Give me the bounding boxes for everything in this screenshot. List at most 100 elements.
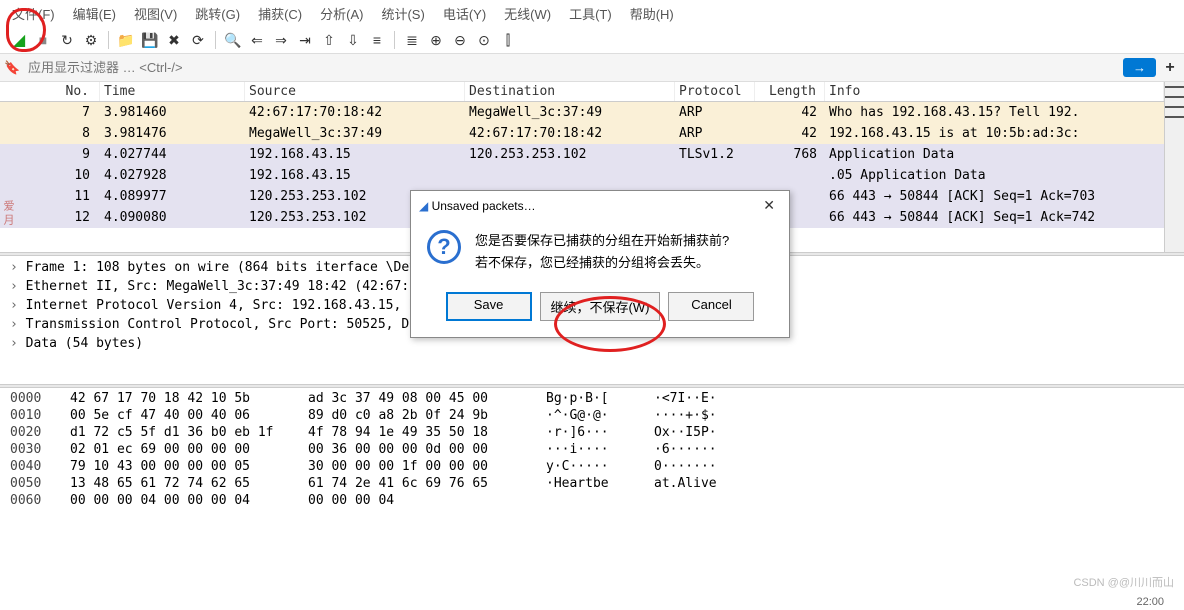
cell-info: .05 Application Data	[825, 166, 1164, 185]
options-icon[interactable]: ⚙	[80, 29, 102, 51]
reload-icon[interactable]: ⟳	[187, 29, 209, 51]
cell-src: 42:67:17:70:18:42	[245, 103, 465, 122]
go-back-icon[interactable]: ⇐	[246, 29, 268, 51]
menu-item[interactable]: 视图(V)	[134, 4, 177, 23]
cell-info: Who has 192.168.43.15? Tell 192.	[825, 103, 1164, 122]
colorize-icon[interactable]: ≣	[401, 29, 423, 51]
cell-time: 4.089977	[100, 187, 245, 206]
main-toolbar: ◢■↻⚙ 📁💾✖⟳ 🔍⇐⇒⇥⇧⇩≡ ≣⊕⊖⊙⫿	[0, 27, 1184, 54]
packet-row[interactable]: 73.98146042:67:17:70:18:42MegaWell_3c:37…	[0, 102, 1164, 123]
menu-item[interactable]: 工具(T)	[569, 4, 612, 23]
hex-line[interactable]: 005013 48 65 61 72 74 62 6561 74 2e 41 6…	[10, 475, 1174, 492]
menu-item[interactable]: 无线(W)	[504, 4, 551, 23]
apply-filter-button[interactable]: →	[1123, 58, 1156, 77]
col-len[interactable]: Length	[755, 82, 825, 101]
packet-row[interactable]: 83.981476MegaWell_3c:37:4942:67:17:70:18…	[0, 123, 1164, 144]
cell-src: 192.168.43.15	[245, 166, 465, 185]
col-dst[interactable]: Destination	[465, 82, 675, 101]
go-forward-icon[interactable]: ⇒	[270, 29, 292, 51]
col-src[interactable]: Source	[245, 82, 465, 101]
cell-dst	[465, 166, 675, 185]
dialog-close-button[interactable]: ✕	[757, 197, 781, 214]
hex-line[interactable]: 003002 01 ec 69 00 00 00 0000 36 00 00 0…	[10, 441, 1174, 458]
menu-item[interactable]: 跳转(G)	[195, 4, 240, 23]
auto-scroll-icon[interactable]: ≡	[366, 29, 388, 51]
zoom-in-icon[interactable]: ⊕	[425, 29, 447, 51]
side-label: 爱 月	[0, 200, 16, 225]
cell-info: 66 443 → 50844 [ACK] Seq=1 Ack=703	[825, 187, 1164, 206]
find-icon[interactable]: 🔍	[222, 29, 244, 51]
cell-proto: ARP	[675, 103, 755, 122]
menu-item[interactable]: 文件(F)	[12, 4, 55, 23]
question-icon: ?	[427, 230, 461, 264]
zoom-reset-icon[interactable]: ⊙	[473, 29, 495, 51]
menu-item[interactable]: 电话(Y)	[443, 4, 486, 23]
cell-proto: TLSv1.2	[675, 145, 755, 164]
status-time: 22:00	[1116, 594, 1184, 610]
stop-icon[interactable]: ■	[32, 29, 54, 51]
go-first-icon[interactable]: ⇧	[318, 29, 340, 51]
packet-list-header: No. Time Source Destination Protocol Len…	[0, 82, 1164, 102]
bookmark-icon[interactable]: 🔖	[4, 60, 24, 76]
close-file-icon[interactable]: ✖	[163, 29, 185, 51]
col-no[interactable]: No.	[0, 82, 100, 101]
cell-len	[755, 166, 825, 185]
cell-len: 42	[755, 124, 825, 143]
menu-item[interactable]: 捕获(C)	[258, 4, 302, 23]
cell-info: 192.168.43.15 is at 10:5b:ad:3c:	[825, 124, 1164, 143]
menu-item[interactable]: 分析(A)	[320, 4, 363, 23]
cell-dst: 120.253.253.102	[465, 145, 675, 164]
restart-icon[interactable]: ↻	[56, 29, 78, 51]
menu-item[interactable]: 帮助(H)	[630, 4, 674, 23]
hex-line[interactable]: 000042 67 17 70 18 42 10 5bad 3c 37 49 0…	[10, 390, 1174, 407]
packet-row[interactable]: 94.027744192.168.43.15120.253.253.102TLS…	[0, 144, 1164, 165]
cell-time: 4.090080	[100, 208, 245, 227]
cell-no: 9	[0, 145, 100, 164]
col-proto[interactable]: Protocol	[675, 82, 755, 101]
open-icon[interactable]: 📁	[115, 29, 137, 51]
packet-minimap[interactable]	[1164, 82, 1184, 252]
display-filter-input[interactable]	[24, 56, 1123, 79]
hex-line[interactable]: 004079 10 43 00 00 00 00 0530 00 00 00 1…	[10, 458, 1174, 475]
cell-proto	[675, 166, 755, 185]
cancel-button[interactable]: Cancel	[668, 292, 754, 321]
cell-dst: 42:67:17:70:18:42	[465, 124, 675, 143]
shark-fin-icon[interactable]: ◢	[8, 29, 30, 51]
cell-no: 8	[0, 124, 100, 143]
cell-len: 42	[755, 103, 825, 122]
cell-time: 3.981476	[100, 124, 245, 143]
go-to-icon[interactable]: ⇥	[294, 29, 316, 51]
col-info[interactable]: Info	[825, 82, 1164, 101]
cell-len: 768	[755, 145, 825, 164]
packet-row[interactable]: 104.027928192.168.43.15.05 Application D…	[0, 165, 1164, 186]
cell-no: 10	[0, 166, 100, 185]
col-time[interactable]: Time	[100, 82, 245, 101]
hex-line[interactable]: 0020d1 72 c5 5f d1 36 b0 eb 1f4f 78 94 1…	[10, 424, 1174, 441]
go-last-icon[interactable]: ⇩	[342, 29, 364, 51]
menu-bar: 文件(F) 编辑(E) 视图(V) 跳转(G) 捕获(C) 分析(A) 统计(S) 电话(Y)…	[0, 0, 1184, 27]
resize-columns-icon[interactable]: ⫿	[497, 29, 519, 51]
cell-time: 3.981460	[100, 103, 245, 122]
cell-proto: ARP	[675, 124, 755, 143]
dialog-title: ◢ Unsaved packets…	[419, 199, 536, 213]
continue-without-saving-button[interactable]: 继续，不保存(W)	[540, 292, 661, 321]
cell-no: 7	[0, 103, 100, 122]
hex-line[interactable]: 006000 00 00 04 00 00 00 0400 00 00 04	[10, 492, 1174, 509]
packet-bytes-hex[interactable]: 000042 67 17 70 18 42 10 5bad 3c 37 49 0…	[0, 388, 1184, 540]
menu-item[interactable]: 统计(S)	[381, 4, 424, 23]
hex-line[interactable]: 001000 5e cf 47 40 00 40 0689 d0 c0 a8 2…	[10, 407, 1174, 424]
save-icon[interactable]: 💾	[139, 29, 161, 51]
watermark: CSDN @@川川而山	[1073, 574, 1174, 590]
cell-dst: MegaWell_3c:37:49	[465, 103, 675, 122]
cell-src: 192.168.43.15	[245, 145, 465, 164]
add-filter-button[interactable]: +	[1160, 59, 1180, 77]
dialog-message: 您是否要保存已捕获的分组在开始新捕获前? 若不保存，您已经捕获的分组将会丢失。	[475, 230, 729, 274]
cell-src: MegaWell_3c:37:49	[245, 124, 465, 143]
cell-time: 4.027744	[100, 145, 245, 164]
save-button[interactable]: Save	[446, 292, 532, 321]
display-filter-row: 🔖 → +	[0, 54, 1184, 82]
cell-info: Application Data	[825, 145, 1164, 164]
cell-info: 66 443 → 50844 [ACK] Seq=1 Ack=742	[825, 208, 1164, 227]
zoom-out-icon[interactable]: ⊖	[449, 29, 471, 51]
menu-item[interactable]: 编辑(E)	[73, 4, 116, 23]
